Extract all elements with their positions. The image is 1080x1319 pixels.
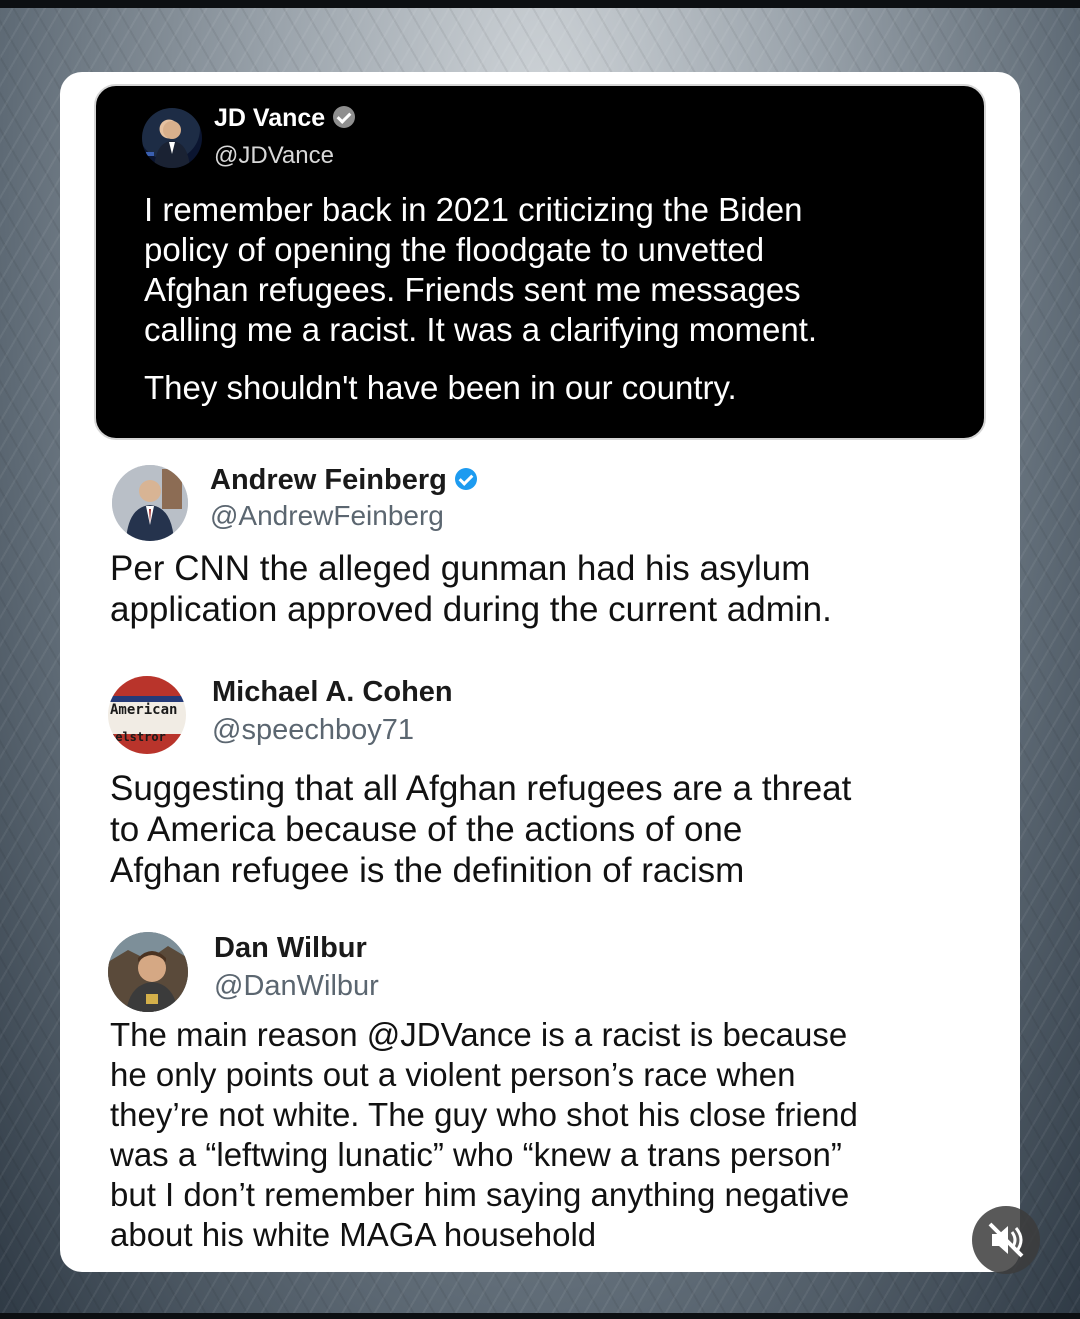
avatar-logo-text-bottom: aelstror	[108, 730, 166, 744]
avatar-figure	[108, 932, 188, 1012]
avatar-figure	[112, 465, 188, 541]
author-handle: @JDVance	[214, 142, 334, 169]
author-name: Michael A. Cohen	[212, 676, 453, 708]
speaker-muted-icon	[988, 1222, 1024, 1258]
author-handle: @DanWilbur	[214, 970, 379, 1002]
tweet-text: Suggesting that all Afghan refugees are …	[110, 769, 852, 890]
mute-button[interactable]	[972, 1206, 1040, 1274]
avatar: American aelstror	[108, 676, 186, 754]
avatar	[112, 465, 188, 541]
tweet-text: Per CNN the alleged gunman had his asylu…	[110, 549, 832, 629]
tweet-text-line2: They shouldn't have been in our country.	[144, 369, 737, 406]
tweet-jd-vance: JD Vance @JDVance I remember back in 202…	[94, 84, 986, 440]
bottom-edge	[0, 1313, 1080, 1319]
tweet-text: The main reason @JDVance is a racist is …	[110, 1016, 858, 1253]
avatar	[142, 108, 202, 168]
author-name: Andrew Feinberg	[210, 464, 477, 497]
author-handle: @speechboy71	[212, 714, 414, 746]
author-name: JD Vance	[214, 104, 356, 133]
author-name: Dan Wilbur	[214, 932, 367, 964]
avatar-logo-text-top: American	[110, 702, 178, 718]
author-name-text: JD Vance	[214, 104, 326, 132]
tweet-text: I remember back in 2021 criticizing the …	[144, 191, 818, 348]
top-edge	[0, 0, 1080, 8]
verified-badge-icon	[454, 468, 477, 491]
avatar-figure	[146, 121, 190, 168]
verified-badge-icon	[333, 106, 356, 129]
author-name-text: Andrew Feinberg	[210, 464, 447, 496]
author-handle: @AndrewFeinberg	[210, 500, 444, 531]
avatar	[108, 932, 188, 1012]
